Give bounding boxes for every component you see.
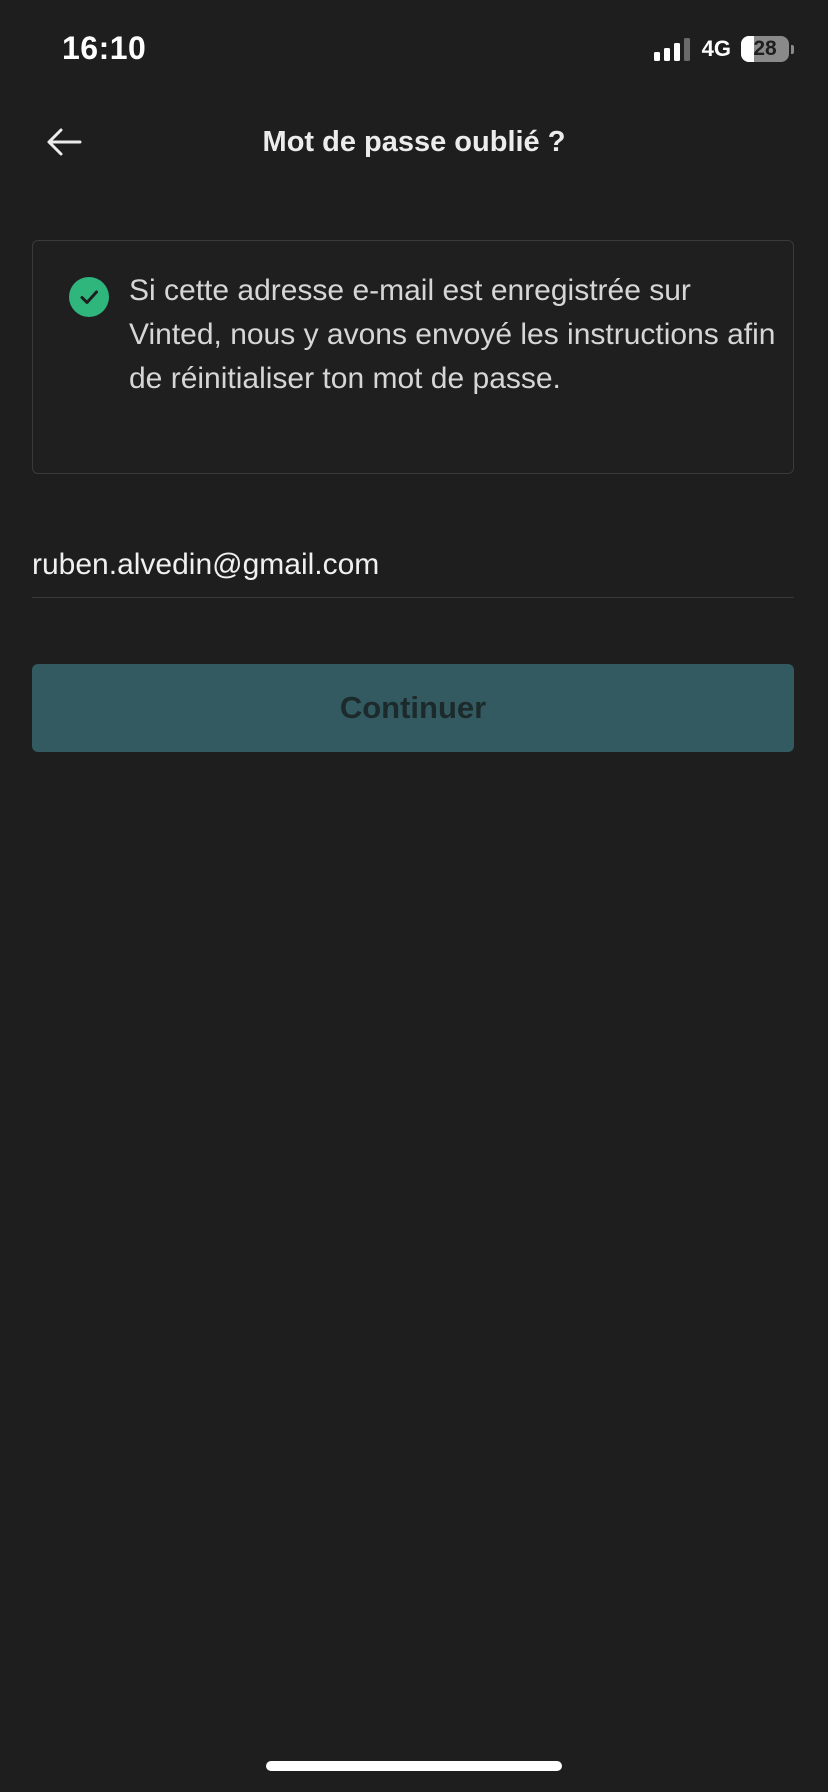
success-message-card: Si cette adresse e-mail est enregistrée … <box>32 240 794 474</box>
battery-level: 28 <box>753 37 777 60</box>
continue-button[interactable]: Continuer <box>32 664 794 752</box>
page-title: Mot de passe oublié ? <box>262 126 566 158</box>
battery-icon: 28 <box>741 36 789 62</box>
status-indicators: 4G 28 <box>653 36 794 62</box>
continue-button-label: Continuer <box>339 690 487 725</box>
home-indicator[interactable] <box>266 1761 562 1771</box>
success-message-text: Si cette adresse e-mail est enregistrée … <box>129 274 776 395</box>
network-type: 4G <box>701 36 731 61</box>
email-field[interactable]: ruben.alvedin@gmail.com <box>32 536 794 598</box>
email-value[interactable]: ruben.alvedin@gmail.com <box>32 548 379 582</box>
battery-tip <box>791 44 794 54</box>
check-circle-icon <box>69 277 109 317</box>
header: Mot de passe oublié ? <box>0 100 828 184</box>
status-bar: 16:10 4G 28 <box>0 0 828 100</box>
cellular-signal-icon <box>653 37 690 61</box>
status-time: 16:10 <box>62 30 147 66</box>
